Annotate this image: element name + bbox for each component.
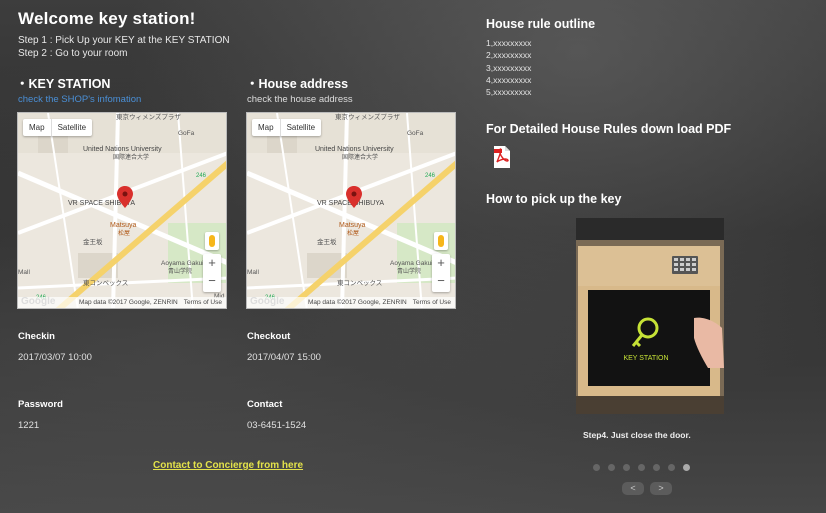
map-button[interactable]: Map [252,119,280,136]
satellite-button[interactable]: Satellite [50,119,92,136]
map-label-matsuya: Matsuya [339,222,366,229]
step-2-text: Step 2 : Go to your room [18,48,128,59]
carousel-dot[interactable] [593,464,600,471]
key-station-image: KEY STATION [576,218,724,414]
map-label-tokyo: 東京ウィメンズプラザ [116,113,181,121]
street-view-pegman-icon[interactable] [205,232,219,250]
password-value: 1221 [18,420,40,431]
map-label-matsuya: Matsuya [110,222,137,229]
map-type-toggle: Map Satellite [23,119,93,136]
map-label-conbex: 東コンベックス [337,278,382,287]
map-label-un: United Nations University [83,146,162,153]
map-tiles: 246 246 東京ウィメンズプラザ GoFa United Nations U… [247,113,455,308]
photo-key-station-logo: KEY STATION [623,355,668,362]
map-label-gofa: GoFa [407,130,424,137]
pdf-heading: For Detailed House Rules down load PDF [486,122,732,136]
map-label-matsuya-jp: 松屋 [118,229,130,237]
map-label-aoyama-jp: 青山学院 [397,267,421,275]
house-address-map[interactable]: 246 246 東京ウィメンズプラザ GoFa United Nations U… [246,112,456,309]
map-label-conbex: 東コンベックス [83,278,128,287]
satellite-button[interactable]: Satellite [279,119,321,136]
zoom-in-button[interactable]: + [203,254,221,272]
map-button[interactable]: Map [23,119,51,136]
carousel-dot-active[interactable] [683,464,690,471]
key-station-photo: KEY STATION [576,218,724,414]
zoom-in-button[interactable]: + [432,254,450,272]
carousel-dot[interactable] [608,464,615,471]
carousel-dot[interactable] [653,464,660,471]
map-label-route: 246 [425,173,436,179]
house-address-heading: ・House address [246,77,349,91]
pdf-file-icon[interactable] [492,146,512,168]
map-data-text: Map data ©2017 Google, ZENRIN [307,299,407,306]
password-label: Password [18,399,63,410]
carousel-dots [593,464,690,471]
pickup-heading: How to pick up the key [486,192,622,206]
map-type-toggle: Map Satellite [252,119,322,136]
key-station-heading: ・KEY STATION [16,77,111,91]
map-terms-link[interactable]: Terms of Use [184,299,222,306]
map-label-route: 246 [196,173,207,179]
page-title: Welcome key station! [18,9,196,28]
map-label-gofa: GoFa [178,130,195,137]
house-rule-item: 3,xxxxxxxxx [486,62,532,73]
house-rule-item: 2,xxxxxxxxx [486,50,532,61]
google-logo: Google [250,296,285,307]
carousel-prev-button[interactable]: < [622,482,644,495]
pickup-caption: Step4. Just close the door. [583,430,691,440]
map-label-mall: Mall [247,269,259,276]
map-label-un: United Nations University [315,146,394,153]
zoom-out-button[interactable]: − [432,272,450,290]
carousel-next-button[interactable]: > [650,482,672,495]
carousel-dot[interactable] [623,464,630,471]
house-address-link[interactable]: check the house address [247,94,353,105]
house-rule-item: 1,xxxxxxxxx [486,38,532,48]
contact-value: 03-6451-1524 [247,420,307,431]
map-label-matsuya-jp: 松屋 [347,229,359,237]
street-view-pegman-icon[interactable] [434,232,448,250]
zoom-out-button[interactable]: − [203,272,221,290]
step-1-text: Step 1 : Pick Up your KEY at the KEY STA… [18,35,230,46]
map-label-tokyo: 東京ウィメンズプラザ [335,113,400,121]
contact-label: Contact [247,399,283,410]
google-logo: Google [21,296,56,307]
zoom-control: + − [203,254,221,292]
concierge-link[interactable]: Contact to Concierge from here [153,460,303,471]
house-rules-heading: House rule outline [486,17,596,31]
zoom-control: + − [432,254,450,292]
map-terms-link[interactable]: Terms of Use [413,299,451,306]
carousel-dot[interactable] [668,464,675,471]
map-label-kaneboku: 金王坂 [317,237,337,246]
key-station-map[interactable]: 246 246 東京ウィメンズプラザ GoFa United Nations U… [17,112,227,309]
checkout-value: 2017/04/07 15:00 [247,352,321,363]
map-data-text: Map data ©2017 Google, ZENRIN [78,299,178,306]
house-rules-list: 1,xxxxxxxxx 2,xxxxxxxxx 3,xxxxxxxxx 4,xx… [486,37,531,98]
map-label-kaneboku: 金王坂 [83,237,103,246]
house-rule-item: 4,xxxxxxxxx [486,74,532,85]
map-tiles: 246 246 東京ウィメンズプラザ GoFa United Nations U… [18,113,226,308]
shop-info-link[interactable]: check the SHOP's infomation [18,94,141,105]
map-label-aoyama-jp: 青山学院 [168,267,192,275]
checkin-value: 2017/03/07 10:00 [18,352,92,363]
map-label-un-jp: 国際連合大学 [342,153,378,161]
checkout-label: Checkout [247,331,291,342]
checkin-label: Checkin [18,331,55,342]
house-rule-item: 5,xxxxxxxxx [486,87,532,98]
map-label-un-jp: 国際連合大学 [113,153,149,161]
carousel-dot[interactable] [638,464,645,471]
map-label-mall: Mall [18,269,30,276]
